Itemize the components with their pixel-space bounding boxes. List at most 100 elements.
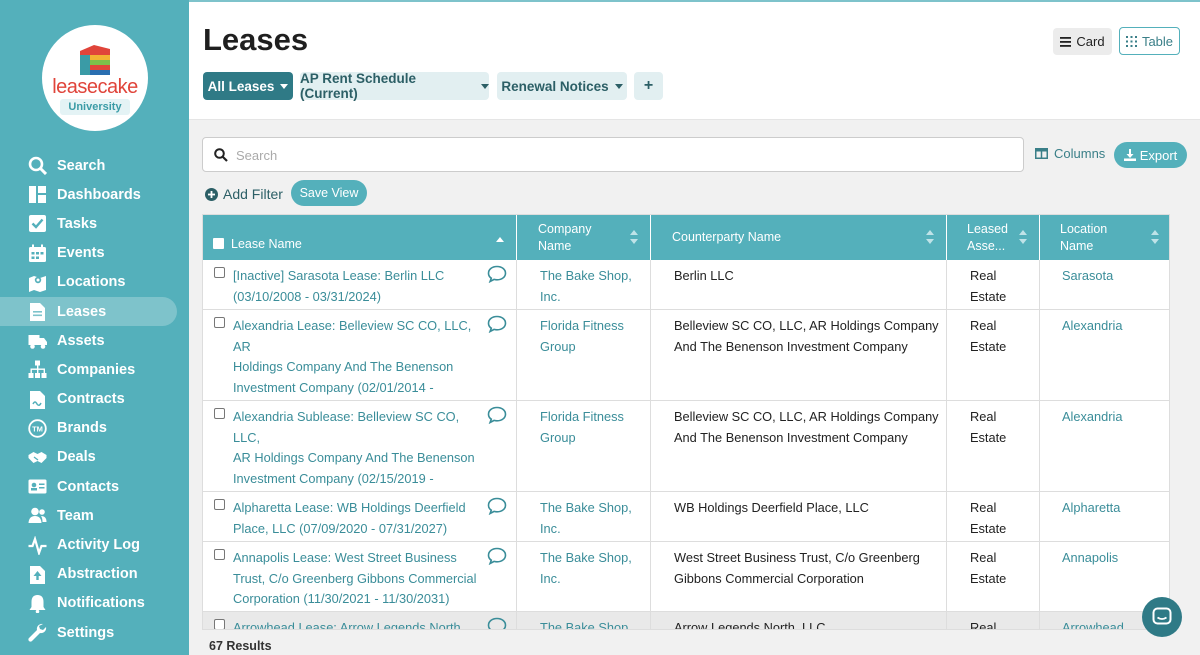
sidebar-item-contacts[interactable]: Contacts	[0, 472, 189, 501]
company-name-link[interactable]: Florida Fitness Group	[540, 407, 650, 448]
row-checkbox[interactable]	[214, 499, 225, 510]
company-name-link[interactable]: The Bake Shop, Inc.	[540, 548, 650, 589]
company-name-link[interactable]: The Bake Shop, Inc.	[540, 498, 650, 539]
cell-line: Estate	[970, 429, 1007, 445]
calendar-icon	[26, 243, 48, 263]
company-name-link[interactable]: The Bake Shop, Inc.	[540, 266, 650, 307]
table-row[interactable]: Alpharetta Lease: WB Holdings Deerfield P…	[203, 492, 1169, 542]
lease-name-link[interactable]: [Inactive] Sarasota Lease: Berlin LLC (03…	[233, 266, 488, 307]
truck-icon	[26, 331, 48, 351]
header-leased-asset[interactable]: Leased Asse...	[947, 215, 1040, 260]
sidebar-item-label: Abstraction	[57, 566, 138, 583]
sidebar-item-label: Companies	[57, 361, 136, 378]
table-row[interactable]: Annapolis Lease: West Street Business Tru…	[203, 542, 1169, 612]
header-counterparty-name[interactable]: Counterparty Name	[651, 215, 947, 260]
cell-line: Investment Company (02/01/2014 -	[233, 379, 434, 395]
sidebar-item-deals[interactable]: Deals	[0, 443, 189, 472]
counterparty-name: WB Holdings Deerfield Place, LLC	[674, 498, 944, 519]
row-checkbox[interactable]	[214, 549, 225, 560]
sidebar-item-companies[interactable]: Companies	[0, 355, 189, 384]
cell-line: Trust, C/o Greenberg Gibbons Commercial	[233, 570, 477, 586]
lease-name-link[interactable]: Alpharetta Lease: WB Holdings Deerfield P…	[233, 498, 488, 539]
bell-icon	[26, 593, 48, 613]
header-lease-name[interactable]: Lease Name	[203, 215, 517, 260]
cell-line: Place, LLC (07/09/2020 - 07/31/2027)	[233, 520, 448, 536]
lease-name-link[interactable]: Annapolis Lease: West Street Business Tru…	[233, 548, 488, 610]
tab-all-leases[interactable]: All Leases	[203, 72, 293, 100]
card-view-button[interactable]: Card	[1053, 28, 1112, 55]
location-name-link[interactable]: Sarasota	[1062, 266, 1162, 287]
company-name-link[interactable]: Florida Fitness Group	[540, 316, 650, 357]
wrench-icon	[26, 623, 48, 643]
sidebar-item-label: Notifications	[57, 595, 145, 612]
cell-line: [Inactive] Sarasota Lease: Berlin LLC	[233, 268, 445, 283]
column-divider	[946, 260, 947, 629]
chat-button[interactable]	[1142, 597, 1182, 637]
leased-asset: Real Estate	[970, 548, 1030, 589]
sidebar-item-activity-log[interactable]: Activity Log	[0, 530, 189, 559]
sidebar-item-notifications[interactable]: Notifications	[0, 589, 189, 618]
cell-line: Arrow Legends North, LLC	[674, 620, 826, 630]
column-divider	[516, 260, 517, 629]
cell-line: Inc.	[540, 570, 561, 586]
sidebar: leasecake University Search Dashboards Tas…	[0, 0, 189, 655]
sidebar-item-assets[interactable]: Assets	[0, 326, 189, 355]
search-box[interactable]	[202, 137, 1024, 172]
comment-icon[interactable]	[487, 406, 507, 424]
table-row[interactable]: Alexandria Lease: Belleview SC CO, LLC, …	[203, 310, 1169, 415]
table-row[interactable]: Alexandria Sublease: Belleview SC CO, LL…	[203, 401, 1169, 506]
leased-asset: Real	[970, 618, 1030, 629]
table-row[interactable]: Arrowhead Lease: Arrow Legends North, The…	[203, 612, 1169, 630]
location-name-link[interactable]: Alpharetta	[1062, 498, 1162, 519]
cell-line: Belleview SC CO, LLC, AR Holdings Compan…	[674, 409, 939, 424]
header-location-name[interactable]: Location Name	[1040, 215, 1169, 260]
add-filter-button[interactable]: Add Filter	[205, 186, 283, 202]
tab-renewal-notices[interactable]: Renewal Notices	[497, 72, 627, 100]
lease-name-link[interactable]: Arrowhead Lease: Arrow Legends North,	[233, 618, 488, 629]
comment-icon[interactable]	[487, 315, 507, 333]
sidebar-item-brands[interactable]: TM Brands	[0, 414, 189, 443]
sidebar-item-leases[interactable]: Leases	[0, 296, 177, 327]
leased-asset: Real Estate	[970, 407, 1030, 448]
row-checkbox[interactable]	[214, 408, 225, 419]
table-view-button[interactable]: Table	[1119, 27, 1180, 55]
company-name-link[interactable]: The Bake Shop,	[540, 618, 650, 630]
cell-line: Estate	[970, 288, 1007, 304]
add-view-button[interactable]: +	[634, 72, 663, 100]
table-row[interactable]: [Inactive] Sarasota Lease: Berlin LLC (03…	[203, 260, 1169, 310]
comment-icon[interactable]	[487, 547, 507, 565]
header-company-name[interactable]: Company Name	[517, 215, 651, 260]
row-checkbox[interactable]	[214, 317, 225, 328]
comment-icon[interactable]	[487, 497, 507, 515]
search-input[interactable]	[236, 144, 1016, 166]
sidebar-item-contracts[interactable]: Contracts	[0, 385, 189, 414]
cell-line: The Bake Shop,	[540, 620, 632, 630]
leasecake-logo[interactable]: leasecake University	[42, 25, 148, 131]
sidebar-item-label: Search	[57, 157, 106, 174]
save-view-button[interactable]: Save View	[291, 180, 367, 206]
sidebar-item-tasks[interactable]: Tasks	[0, 209, 189, 238]
tab-ap-rent-schedule[interactable]: AP Rent Schedule (Current)	[300, 71, 489, 101]
sidebar-item-events[interactable]: Events	[0, 239, 189, 268]
location-name-link[interactable]: Alexandria	[1062, 316, 1162, 337]
sidebar-item-label: Assets	[57, 332, 105, 349]
sidebar-item-dashboards[interactable]: Dashboards	[0, 180, 189, 209]
export-button[interactable]: Export	[1114, 142, 1187, 168]
sidebar-item-abstraction[interactable]: Abstraction	[0, 560, 189, 589]
download-icon	[1123, 149, 1136, 161]
comment-icon[interactable]	[487, 617, 507, 630]
sidebar-item-team[interactable]: Team	[0, 501, 189, 530]
cell-line: Real	[970, 268, 997, 283]
columns-button[interactable]: Columns	[1035, 146, 1105, 161]
sidebar-item-search[interactable]: Search	[0, 151, 189, 180]
sidebar-item-settings[interactable]: Settings	[0, 618, 189, 647]
leased-asset: Real Estate	[970, 316, 1030, 357]
row-checkbox[interactable]	[214, 267, 225, 278]
sidebar-item-locations[interactable]: Locations	[0, 268, 189, 297]
row-checkbox[interactable]	[214, 619, 225, 629]
select-all-checkbox[interactable]	[213, 238, 224, 249]
location-name-link[interactable]: Alexandria	[1062, 407, 1162, 428]
location-name-link[interactable]: Annapolis	[1062, 548, 1162, 569]
comment-icon[interactable]	[487, 265, 507, 283]
org-chart-icon	[26, 360, 48, 380]
